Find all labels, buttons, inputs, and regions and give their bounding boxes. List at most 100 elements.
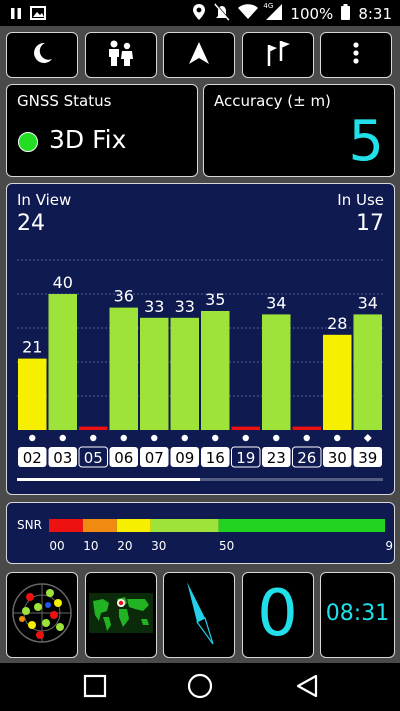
prn-label-09: 09 <box>175 449 194 467</box>
bar-label-06: 36 <box>114 287 134 306</box>
moon-icon <box>29 40 55 70</box>
prn-label-03: 03 <box>53 449 72 467</box>
mute-icon <box>214 3 231 25</box>
bar-16 <box>201 311 230 430</box>
gnss-status-title: GNSS Status <box>17 92 112 110</box>
satellite-chart-panel: In View 24 In Use 17 21 02 40 03 05 36 06 33 07 3… <box>6 183 395 495</box>
bar-label-39: 34 <box>358 293 378 312</box>
snr-scale: 00 10 20 30 50 99 <box>49 519 393 553</box>
pause-icon <box>10 5 22 24</box>
bar-label-16: 35 <box>205 290 225 309</box>
satellite-bar-chart: 21 02 40 03 05 36 06 33 07 33 09 35 16 19 34 23 26 28 30 34… <box>17 259 383 481</box>
clock-display: 08:31 <box>320 572 395 658</box>
night-mode-button[interactable] <box>6 32 78 78</box>
marker-26 <box>303 434 310 442</box>
map-button[interactable] <box>84 572 157 658</box>
marker-16 <box>212 434 219 442</box>
navigation-button[interactable] <box>163 32 235 78</box>
bar-26 <box>292 426 321 430</box>
gallery-icon <box>30 5 46 24</box>
home-circle-icon <box>187 673 213 703</box>
back-triangle-icon <box>295 674 319 702</box>
bar-label-30: 28 <box>327 314 347 333</box>
bar-label-07: 33 <box>144 297 164 316</box>
counter-value: 0 <box>257 577 298 651</box>
marker-09 <box>181 434 188 442</box>
bar-03 <box>48 294 77 430</box>
snr-segment-2 <box>116 519 151 532</box>
compass-icon <box>179 578 219 652</box>
fix-status-text: 3D Fix <box>49 125 127 154</box>
marker-23 <box>273 434 280 442</box>
scroll-thumb <box>17 478 200 481</box>
counter-display: 0 <box>241 572 314 658</box>
location-icon <box>192 3 206 25</box>
accuracy-panel: Accuracy (± m) 5 <box>203 84 395 177</box>
recents-square-icon <box>83 674 107 702</box>
fix-status-indicator <box>18 132 38 152</box>
prn-label-16: 16 <box>206 449 225 467</box>
people-button[interactable] <box>84 32 157 78</box>
bar-07 <box>140 317 169 430</box>
clock: 8:31 <box>358 5 392 23</box>
prn-label-23: 23 <box>267 449 286 467</box>
prn-label-05: 05 <box>84 449 103 467</box>
app-content: GNSS Status 3D Fix Accuracy (± m) 5 In V… <box>0 26 400 663</box>
bar-05 <box>79 426 108 430</box>
snr-segment-4 <box>218 519 385 532</box>
snr-tick-10: 10 <box>83 539 98 553</box>
snr-panel: SNR 001020305099 <box>6 502 395 564</box>
navigation-arrow-icon <box>188 41 210 69</box>
prn-label-26: 26 <box>297 449 316 467</box>
bar-30 <box>323 334 352 430</box>
prn-label-07: 07 <box>145 449 164 467</box>
snr-tick-50: 50 <box>219 539 234 553</box>
sky-plot-icon <box>10 581 74 649</box>
compass-button[interactable] <box>163 572 235 658</box>
navigation-bar <box>0 663 400 711</box>
world-map-icon <box>88 593 153 637</box>
signal-icon: 4G <box>263 2 283 24</box>
bar-39 <box>353 314 382 430</box>
flags-icon <box>263 39 293 71</box>
status-bar: 4G 100% 8:31 <box>0 0 400 26</box>
snr-segment-1 <box>82 519 117 532</box>
prn-label-39: 39 <box>358 449 377 467</box>
bar-label-09: 33 <box>175 297 195 316</box>
snr-segment-3 <box>150 519 219 532</box>
marker-06 <box>120 434 127 442</box>
gnss-status-panel: GNSS Status 3D Fix <box>6 84 198 177</box>
bar-label-23: 34 <box>266 293 286 312</box>
snr-tick-30: 30 <box>151 539 166 553</box>
bar-02 <box>18 358 47 430</box>
bar-label-03: 40 <box>53 273 73 292</box>
more-options-button[interactable] <box>320 32 392 78</box>
prn-label-19: 19 <box>236 449 255 467</box>
snr-tick-99: 99 <box>385 539 393 553</box>
more-vertical-icon <box>352 41 360 69</box>
wifi-icon <box>238 4 259 24</box>
home-button[interactable] <box>185 673 215 703</box>
prn-label-30: 30 <box>328 449 347 467</box>
prn-label-02: 02 <box>23 449 42 467</box>
flags-button[interactable] <box>241 32 314 78</box>
sky-plot-button[interactable] <box>6 572 78 658</box>
snr-tick-00: 00 <box>49 539 64 553</box>
bar-label-02: 21 <box>22 338 42 357</box>
marker-30 <box>334 434 341 442</box>
people-icon <box>106 39 136 71</box>
clock-time: 08:31 <box>325 601 390 626</box>
marker-39 <box>363 434 372 442</box>
back-button[interactable] <box>292 673 322 703</box>
accuracy-title: Accuracy (± m) <box>214 92 331 110</box>
prn-label-06: 06 <box>114 449 133 467</box>
bar-09 <box>170 317 199 430</box>
bar-19 <box>231 426 260 430</box>
snr-tick-20: 20 <box>117 539 132 553</box>
battery-percent: 100% <box>290 5 334 23</box>
network-type: 4G <box>263 2 274 10</box>
marker-05 <box>90 434 97 442</box>
accuracy-value: 5 <box>348 109 384 174</box>
bar-23 <box>262 314 291 430</box>
recents-button[interactable] <box>80 673 110 703</box>
